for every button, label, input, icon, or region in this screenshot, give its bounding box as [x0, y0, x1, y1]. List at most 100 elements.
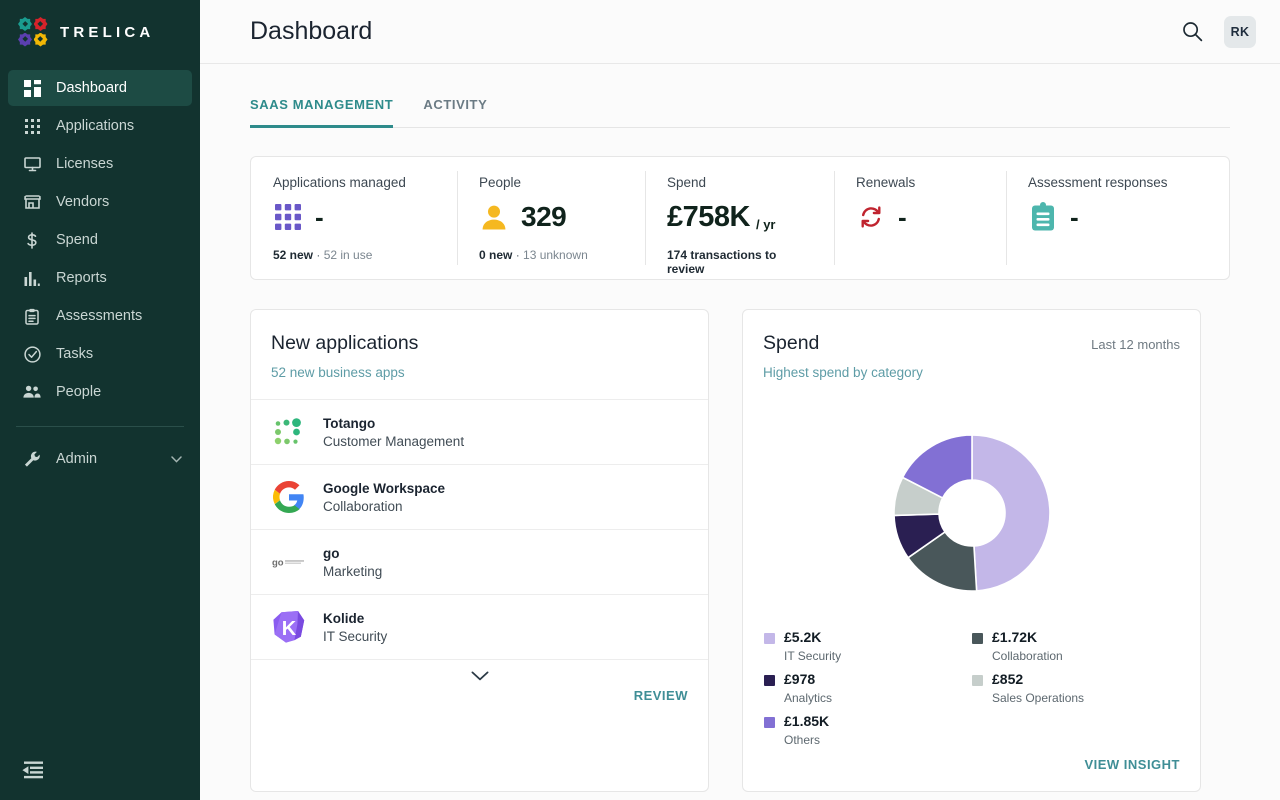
legend-value: £852	[992, 671, 1024, 687]
legend-value: £1.85K	[784, 713, 830, 729]
app-name: go	[323, 545, 340, 561]
kpi-assessment-responses[interactable]: Assessment responses -	[1006, 157, 1229, 279]
sidebar-item-label: Admin	[56, 451, 98, 467]
list-item[interactable]: go go Marketing	[251, 529, 708, 594]
svg-text:K: K	[282, 618, 297, 640]
go-logo-icon: go	[271, 544, 307, 580]
tab-activity[interactable]: ACTIVITY	[423, 97, 487, 128]
kpi-sub-sep: ·	[512, 248, 524, 262]
sidebar-item-dashboard[interactable]: Dashboard	[8, 70, 192, 106]
new-business-apps-link[interactable]: 52 new business apps	[271, 365, 405, 380]
legend-item[interactable]: £852 Sales Operations	[972, 671, 1180, 705]
sidebar-item-label: Applications	[56, 118, 135, 134]
legend-text: £1.72K Collaboration	[992, 629, 1063, 663]
app-name: Totango	[323, 415, 376, 431]
legend-swatch	[972, 675, 983, 686]
people-icon	[22, 382, 42, 402]
collapse-sidebar-icon[interactable]	[18, 756, 46, 784]
legend-category: Sales Operations	[992, 691, 1085, 705]
app-name: Kolide	[323, 610, 365, 626]
dollar-icon	[22, 230, 42, 250]
app-root: TRELICA Dashboard Applications Licenses	[0, 0, 1280, 800]
list-item-text: Kolide IT Security	[323, 611, 387, 644]
check-circle-icon	[22, 344, 42, 364]
card-header-row: Spend Last 12 months	[763, 332, 1180, 355]
list-item[interactable]: Google Workspace Collaboration	[251, 464, 708, 529]
apps-grid-icon	[273, 202, 303, 232]
kpi-sub-bold: 0 new	[479, 248, 513, 262]
sidebar-item-licenses[interactable]: Licenses	[8, 146, 192, 182]
main-area: Dashboard RK SAAS MANAGEMENT ACTIVITY Ap…	[200, 0, 1280, 800]
brand-name: TRELICA	[60, 23, 155, 41]
kpi-label: Applications managed	[273, 175, 406, 190]
sidebar-item-vendors[interactable]: Vendors	[8, 184, 192, 220]
kpi-subtext: 0 new · 13 unknown	[479, 248, 625, 262]
kpi-spend[interactable]: Spend £758K / yr 174 transactions to rev…	[645, 157, 834, 279]
legend-text: £852 Sales Operations	[992, 671, 1084, 705]
bar-chart-icon	[22, 268, 42, 288]
legend-value: £978	[784, 671, 816, 687]
legend-item[interactable]: £5.2K IT Security	[764, 629, 972, 663]
spend-donut-chart[interactable]	[743, 399, 1200, 623]
card-header: Spend Last 12 months Highest spend by ca…	[743, 310, 1200, 399]
legend-item[interactable]: £1.85K Others	[764, 713, 972, 747]
legend-swatch	[972, 633, 983, 644]
sidebar-item-reports[interactable]: Reports	[8, 260, 192, 296]
kpi-sub-muted: 52 in use	[323, 248, 373, 262]
legend-category: Analytics	[784, 691, 833, 705]
brand-logo[interactable]: TRELICA	[0, 0, 200, 64]
kpi-value: -	[315, 201, 324, 232]
sidebar-item-spend[interactable]: Spend	[8, 222, 192, 258]
sidebar-item-label: Licenses	[56, 156, 114, 172]
page-title: Dashboard	[250, 17, 373, 45]
legend-text: £1.85K Others	[784, 713, 829, 747]
legend-item[interactable]: £1.72K Collaboration	[972, 629, 1180, 663]
list-item-text: Google Workspace Collaboration	[323, 481, 445, 514]
kolide-logo-icon: K	[271, 609, 307, 645]
sidebar-item-admin[interactable]: Admin	[8, 441, 192, 477]
list-item-text: Totango Customer Management	[323, 416, 464, 449]
renew-icon	[856, 202, 886, 232]
sidebar-item-assessments[interactable]: Assessments	[8, 298, 192, 334]
app-category: Collaboration	[323, 498, 403, 514]
expand-chevron-down-icon[interactable]	[251, 671, 708, 681]
dashboard-icon	[22, 78, 42, 98]
totango-logo-icon	[271, 414, 307, 450]
sidebar-nav: Dashboard Applications Licenses Vendors	[0, 70, 200, 479]
kpi-renewals[interactable]: Renewals -	[834, 157, 1006, 279]
kpi-people[interactable]: People 329 0 new · 13 unknown	[457, 157, 645, 279]
kpi-unit: / yr	[755, 217, 776, 232]
sidebar-item-people[interactable]: People	[8, 374, 192, 410]
sidebar-item-applications[interactable]: Applications	[8, 108, 192, 144]
search-icon[interactable]	[1178, 18, 1206, 46]
highest-spend-link[interactable]: Highest spend by category	[763, 365, 923, 380]
top-bar: Dashboard RK	[200, 0, 1280, 64]
review-button[interactable]: REVIEW	[634, 688, 688, 703]
sidebar-item-tasks[interactable]: Tasks	[8, 336, 192, 372]
legend-text: £5.2K IT Security	[784, 629, 841, 663]
trelica-logo-icon	[18, 17, 48, 47]
sidebar-item-label: People	[56, 384, 102, 400]
clipboard-icon	[1028, 202, 1058, 232]
kpi-value: 329	[521, 201, 567, 232]
list-item[interactable]: Totango Customer Management	[251, 399, 708, 464]
kpi-sub-bold: 52 new	[273, 248, 314, 262]
avatar[interactable]: RK	[1224, 15, 1256, 48]
legend-item[interactable]: £978 Analytics	[764, 671, 972, 705]
person-icon	[479, 202, 509, 232]
donut-segment[interactable]	[970, 434, 1051, 592]
card-header: New applications 52 new business apps	[251, 310, 708, 399]
sidebar-item-label: Spend	[56, 232, 98, 248]
app-name: Google Workspace	[323, 480, 446, 496]
wrench-icon	[22, 449, 42, 469]
new-applications-card: New applications 52 new business apps To…	[250, 309, 709, 792]
kpi-sub-muted: 13 unknown	[523, 248, 588, 262]
sidebar-item-label: Tasks	[56, 346, 94, 362]
kpi-value: -	[1070, 201, 1079, 232]
view-insight-button[interactable]: VIEW INSIGHT	[1084, 757, 1180, 772]
kpi-applications-managed[interactable]: Applications managed - 52 new · 52 in us…	[251, 157, 457, 279]
spend-card: Spend Last 12 months Highest spend by ca…	[742, 309, 1201, 792]
list-item[interactable]: K Kolide IT Security	[251, 594, 708, 659]
app-category: Customer Management	[323, 433, 465, 449]
tab-saas-management[interactable]: SAAS MANAGEMENT	[250, 97, 394, 128]
